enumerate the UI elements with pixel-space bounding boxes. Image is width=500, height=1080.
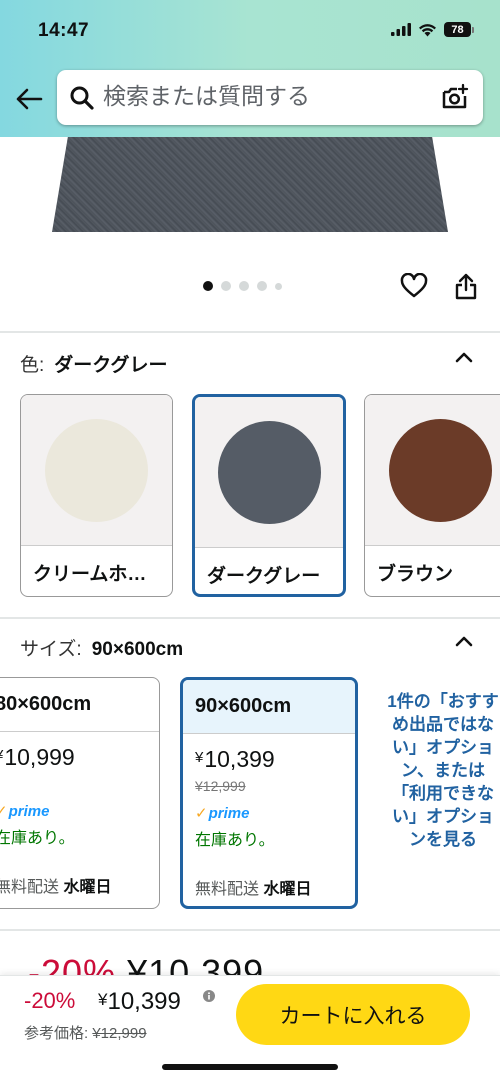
size-option-80x600[interactable]: 80×600cm ¥10,999 ✓prime 在庫あり。 無料配送 水曜日: [0, 677, 160, 909]
prime-badge: ✓prime: [0, 803, 50, 820]
color-option-brown[interactable]: ブラウン: [364, 394, 500, 597]
carousel-dot: [221, 281, 231, 291]
size-option-price: ¥10,399: [195, 746, 275, 772]
home-indicator: [162, 1064, 338, 1070]
selected-color: ダークグレー: [54, 355, 168, 376]
size-collapse-button[interactable]: [454, 634, 474, 653]
size-section-label: サイズ: 90×600cm: [20, 634, 183, 661]
product-image: [52, 137, 448, 232]
heart-icon: [400, 272, 428, 298]
info-icon[interactable]: [203, 990, 215, 1002]
product-image-carousel[interactable]: [0, 137, 500, 237]
section-divider: [0, 617, 500, 619]
add-to-cart-button[interactable]: カートに入れる: [236, 984, 470, 1045]
shipping-info: 無料配送 水曜日: [195, 881, 312, 898]
section-divider: [0, 929, 500, 931]
stock-status: 在庫あり。: [195, 832, 275, 849]
search-box[interactable]: [57, 70, 483, 125]
color-collapse-button[interactable]: [454, 350, 474, 369]
chevron-up-icon: [455, 636, 473, 647]
color-option-label: ダークグレー: [195, 547, 343, 594]
shipping-info: 無料配送 水曜日: [0, 879, 112, 896]
app-header: 14:47 78: [0, 0, 500, 137]
size-option-label: 80×600cm: [0, 678, 159, 732]
size-option-price: ¥10,999: [0, 744, 75, 770]
carousel-dot: [275, 282, 282, 290]
camera-search-icon[interactable]: [441, 83, 469, 111]
color-section-label: 色: ダークグレー: [20, 350, 168, 377]
back-button[interactable]: [12, 82, 46, 116]
battery-level: 78: [444, 22, 471, 37]
color-swatch: [45, 418, 148, 522]
share-button[interactable]: [454, 272, 478, 305]
arrow-left-icon: [16, 88, 43, 110]
wifi-icon: [419, 23, 436, 36]
carousel-dot: [257, 281, 267, 291]
discount-percent: -20%: [24, 988, 76, 1013]
color-swatch: [217, 420, 321, 524]
stock-status: 在庫あり。: [0, 830, 75, 847]
carousel-dot: [239, 281, 249, 291]
wishlist-button[interactable]: [400, 272, 428, 304]
color-label: 色:: [20, 355, 45, 376]
size-option-label: 90×600cm: [183, 680, 355, 734]
status-time: 14:47: [38, 20, 90, 41]
share-icon: [455, 273, 477, 300]
size-label: サイズ:: [20, 639, 82, 660]
reference-price: 参考価格: ¥12,999: [24, 1025, 147, 1042]
size-option-list-price: ¥12,999: [195, 778, 246, 794]
color-option-label: クリームホ…: [21, 545, 172, 596]
other-offers-link[interactable]: 1件の「おすすめ出品ではない」オプション、または「利用できない」オプションを見る: [386, 690, 500, 851]
search-input[interactable]: [103, 79, 423, 115]
color-option-label: ブラウン: [365, 545, 500, 596]
current-price: ¥10,399: [98, 988, 181, 1015]
color-option-cream[interactable]: クリームホ…: [20, 394, 173, 597]
size-option-90x600[interactable]: 90×600cm ¥10,399 ¥12,999 ✓prime 在庫あり。 無料…: [180, 677, 358, 909]
color-swatch: [389, 418, 492, 522]
chevron-up-icon: [455, 352, 473, 363]
carousel-dots: [203, 281, 282, 291]
selected-size: 90×600cm: [91, 639, 184, 660]
prime-badge: ✓prime: [195, 805, 250, 822]
section-divider: [0, 331, 500, 333]
carousel-dot-active: [203, 281, 213, 291]
search-icon: [70, 86, 94, 110]
signal-icon: [391, 23, 411, 36]
status-icons: 78: [391, 22, 474, 37]
color-option-dark-grey[interactable]: ダークグレー: [192, 394, 346, 597]
battery-icon: 78: [444, 22, 474, 37]
